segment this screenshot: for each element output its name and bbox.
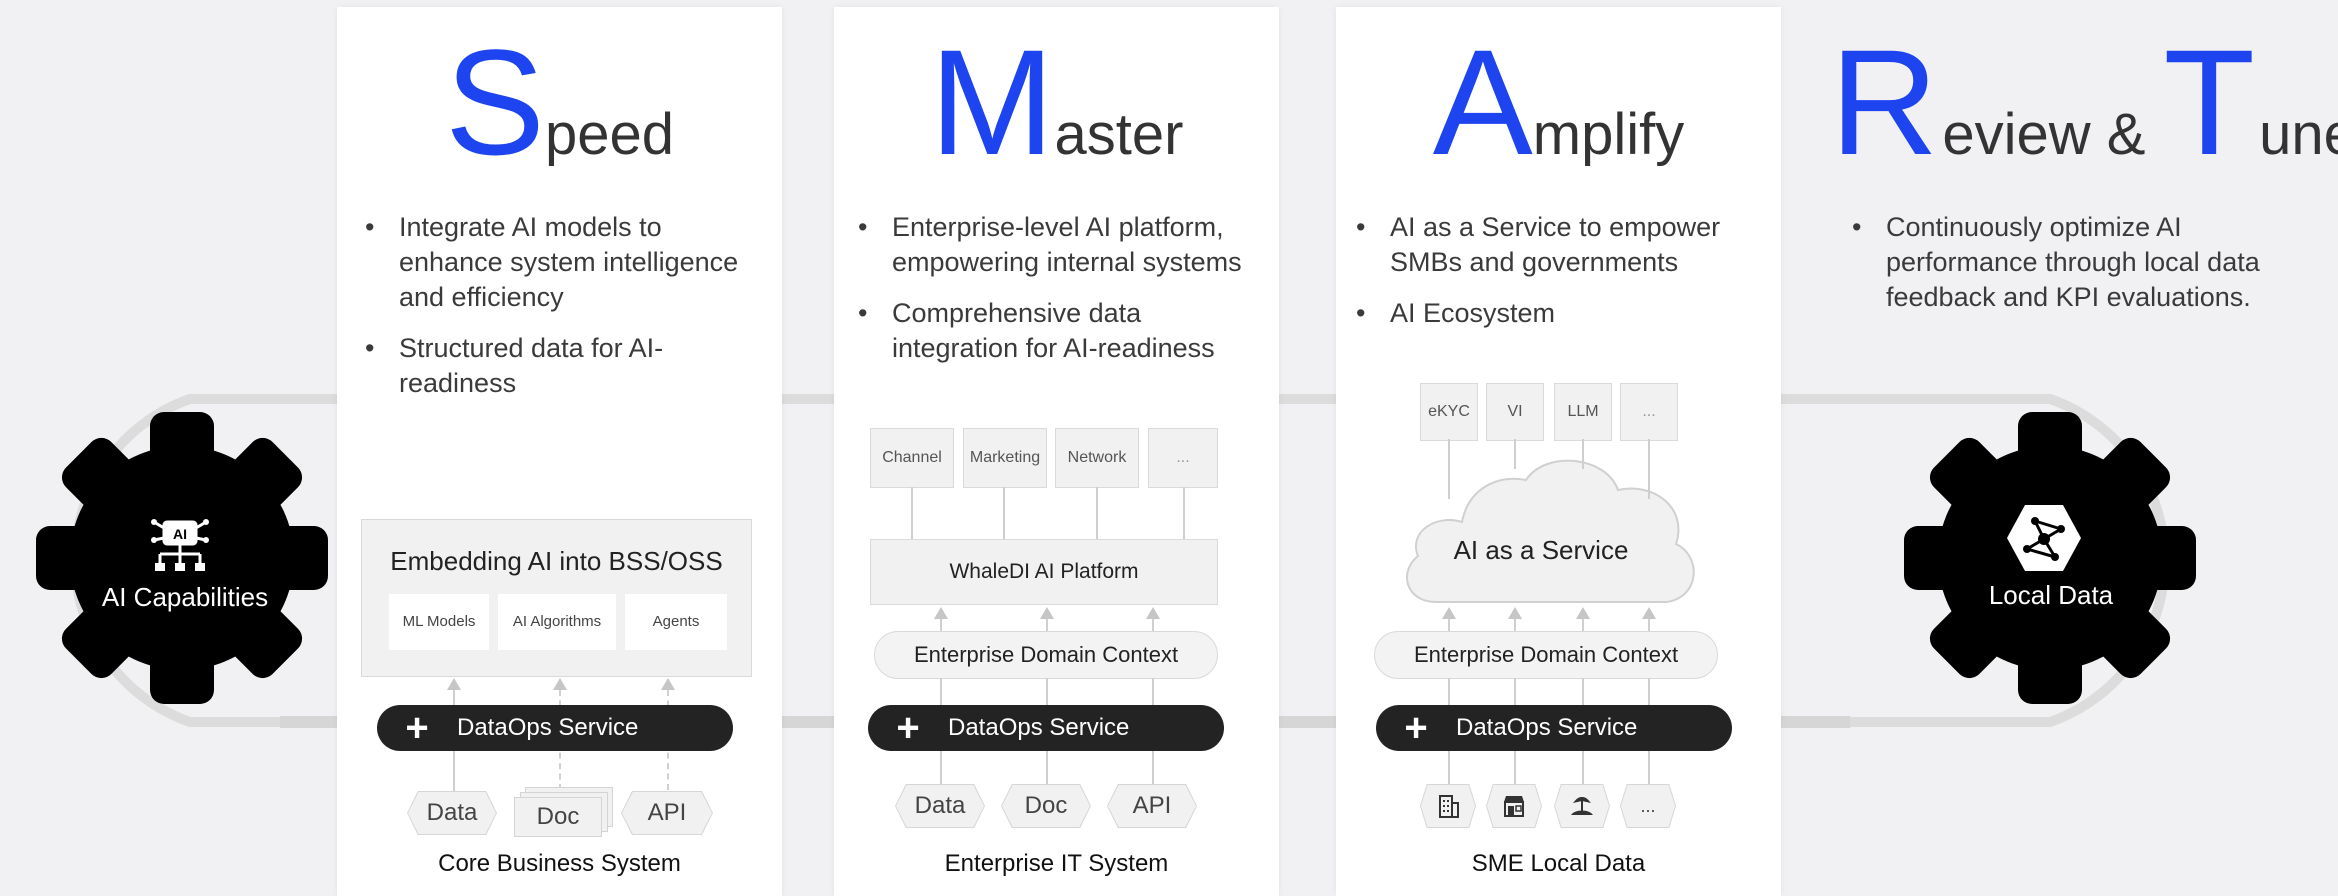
speed-rest: peed [545,102,675,167]
network-hex-icon [2007,505,2081,571]
review-letter: R [1830,18,1939,186]
amplify-bullets: AI as a Service to empower SMBs and gove… [1356,210,1766,347]
amplify-caption: SME Local Data [1471,850,1646,877]
agents-box: Agents [625,594,727,650]
embedding-panel: Embedding AI into BSS/OSS ML Models AI A… [361,519,752,677]
gear-left-label: AI Capabilities [101,582,269,612]
dataops-service-bar: + DataOps Service [1376,705,1732,751]
source-api: API [1107,784,1197,828]
master-column: Master Enterprise-level AI platform, emp… [834,7,1279,896]
whaledi-platform-box: WhaleDI AI Platform [870,539,1218,605]
speed-caption: Core Business System [438,850,681,877]
ekyc-box: eKYC [1420,383,1478,441]
bullet-item: AI as a Service to empower SMBs and gove… [1356,210,1766,280]
tune-letter: T [2163,18,2256,186]
building-icon [1420,784,1476,828]
amplify-context-pill: Enterprise Domain Context [1374,631,1718,679]
gear-right-label: Local Data [1988,580,2114,610]
ai-as-a-service-label: AI as a Service [1453,535,1629,565]
plus-icon: + [896,706,920,750]
source-api: API [621,791,713,835]
dataops-label: DataOps Service [948,714,1130,741]
amplify-rest: mplify [1532,102,1685,167]
master-caption: Enterprise IT System [944,850,1169,877]
bullet-item: Enterprise-level AI platform, empowering… [858,210,1268,280]
review-bullets: Continuously optimize AI performance thr… [1852,210,2262,331]
master-rest: aster [1054,102,1184,167]
channel-box: Channel [870,428,954,488]
dataops-service-bar: + DataOps Service [868,705,1224,751]
bullet-item: Comprehensive data integration for AI-re… [858,296,1268,366]
llm-box: LLM [1554,383,1612,441]
farm-icon [1554,784,1610,828]
ai-algorithms-box: AI Algorithms [498,594,616,650]
source-data: Data [407,791,497,835]
vi-box: VI [1486,383,1544,441]
dataops-label: DataOps Service [457,714,639,741]
svg-text:AI: AI [173,526,187,542]
ai-chip-icon: AI [151,519,209,571]
source-doc: Doc [1001,784,1091,828]
marketing-box: Marketing [963,428,1047,488]
source-doc: Doc [514,797,602,837]
ml-models-box: ML Models [389,594,489,650]
speed-title: Speed [337,27,782,177]
amplify-column: Amplify AI as a Service to empower SMBs … [1336,7,1781,896]
bullet-item: Integrate AI models to enhance system in… [365,210,755,315]
speed-letter: S [444,18,545,186]
shop-icon [1486,784,1542,828]
more-box: ... [1620,383,1678,441]
tune-rest: une [2259,102,2338,167]
network-box: Network [1055,428,1139,488]
master-title: Master [834,27,1279,177]
speed-column: Speed Integrate AI models to enhance sys… [337,7,782,896]
amplify-letter: A [1432,18,1533,186]
dataops-service-bar: + DataOps Service [377,705,733,751]
review-tune-title: Review &Tune [1830,27,2338,177]
master-letter: M [929,18,1055,186]
master-context-pill: Enterprise Domain Context [874,631,1218,679]
dataops-label: DataOps Service [1456,714,1638,741]
cloud-icon [1406,459,1695,603]
bullet-item: Structured data for AI-readiness [365,331,755,401]
more-source: ... [1620,784,1676,828]
speed-bullets: Integrate AI models to enhance system in… [365,210,755,417]
bullet-item: Continuously optimize AI performance thr… [1852,210,2262,315]
amplify-title: Amplify [1336,27,1781,177]
more-box: ... [1148,428,1218,488]
plus-icon: + [405,706,429,750]
review-rest: eview & [1942,102,2146,167]
bullet-item: AI Ecosystem [1356,296,1766,331]
plus-icon: + [1404,706,1428,750]
source-data: Data [895,784,985,828]
embedding-title: Embedding AI into BSS/OSS [390,546,723,576]
master-bullets: Enterprise-level AI platform, empowering… [858,210,1268,382]
